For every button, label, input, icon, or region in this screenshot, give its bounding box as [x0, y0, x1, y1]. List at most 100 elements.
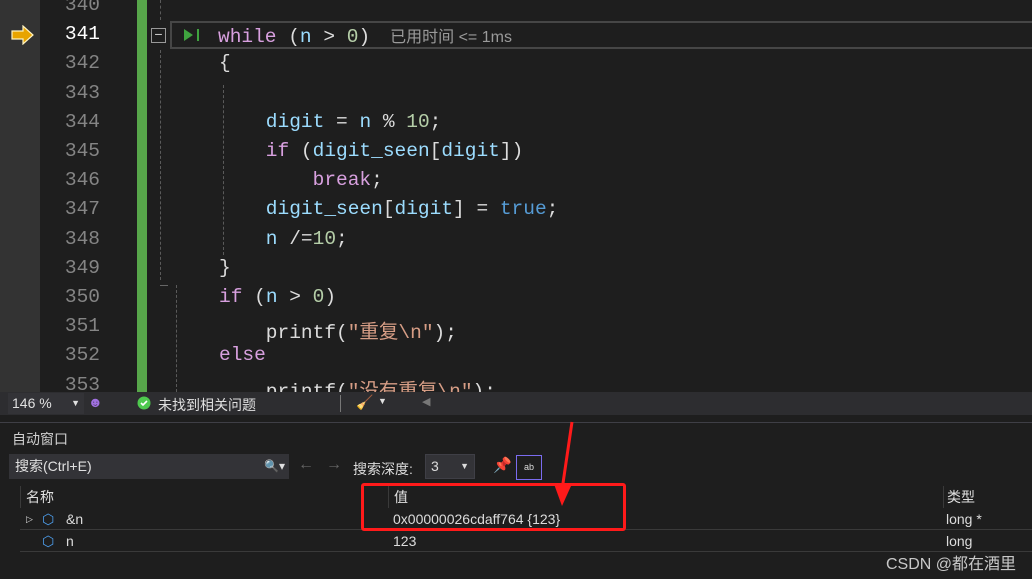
code-line[interactable]: while (n > 0) 已用时间 <= 1ms: [218, 23, 512, 48]
code-token: ;: [336, 227, 348, 250]
code-token: (: [276, 26, 300, 49]
issues-status[interactable]: 未找到相关问题: [158, 395, 256, 415]
column-header-type[interactable]: 类型: [943, 486, 1032, 508]
code-token: ): [358, 26, 371, 49]
code-token: ]): [499, 140, 524, 162]
pin-icon[interactable]: 📌: [493, 456, 512, 474]
code-token: );: [472, 380, 496, 392]
annotation-arrow: [554, 421, 574, 506]
perf-tip[interactable]: 已用时间 <= 1ms: [390, 29, 512, 46]
code-token: n: [219, 227, 278, 250]
code-token: printf: [219, 380, 337, 392]
code-token: %: [371, 110, 407, 133]
code-token: ): [324, 286, 337, 308]
code-token: (: [289, 140, 313, 162]
line-number: 348: [64, 227, 100, 250]
code-line[interactable]: if (digit_seen[digit]): [219, 140, 523, 162]
code-line[interactable]: }: [219, 257, 231, 279]
chevron-down-icon[interactable]: ▼: [378, 396, 387, 406]
code-editor[interactable]: − 340 341 while (n > 0) 已用时间 <= 1ms 342{343 3…: [0, 0, 1032, 392]
code-token: "重复\n": [347, 322, 434, 345]
forward-arrow-icon[interactable]: →: [326, 456, 342, 474]
panel-title: 自动窗口: [12, 431, 68, 447]
code-token: );: [433, 322, 457, 345]
code-token: 10: [406, 110, 430, 133]
code-token: true: [499, 198, 547, 221]
table-row[interactable]: ⬡ n 123 long: [20, 530, 1032, 552]
code-token: >: [277, 286, 313, 308]
back-arrow-icon[interactable]: ←: [298, 456, 314, 474]
code-line[interactable]: break;: [219, 169, 383, 191]
breakpoint-margin[interactable]: [0, 0, 40, 392]
code-token: (: [242, 286, 266, 308]
code-line[interactable]: digit_seen[digit] = true;: [219, 198, 559, 221]
watermark: CSDN @都在酒里: [885, 556, 1016, 573]
code-token: digit: [441, 140, 500, 162]
code-line[interactable]: else: [219, 344, 266, 366]
indent-guide: [176, 285, 177, 392]
search-depth-dropdown[interactable]: 3 ▼: [425, 454, 475, 479]
scroll-left-icon[interactable]: ◀: [422, 395, 430, 408]
line-number: 350: [64, 286, 100, 308]
line-number: 353: [64, 373, 100, 392]
code-token: 10: [312, 227, 337, 250]
code-line[interactable]: printf("重复\n");: [219, 315, 457, 344]
code-cleanup-icon[interactable]: 🧹: [356, 394, 373, 411]
code-token: n: [359, 110, 372, 133]
copilot-icon[interactable]: ☻: [88, 394, 103, 410]
code-line[interactable]: printf("没有重复\n");: [219, 374, 496, 392]
collapse-toggle-icon[interactable]: −: [151, 27, 166, 43]
divider: [340, 395, 341, 412]
code-token: [: [382, 198, 395, 221]
line-number: 347: [64, 198, 100, 221]
code-token: ;: [429, 110, 442, 133]
indent-guide: [160, 0, 161, 20]
line-number: 342: [64, 52, 100, 75]
fold-end-marker: [160, 285, 168, 286]
code-token: /=: [277, 227, 313, 250]
line-number: 346: [64, 169, 100, 192]
annotation-highlight-box: [361, 483, 626, 531]
check-circle-icon: [137, 396, 151, 410]
code-line[interactable]: n /=10;: [219, 228, 348, 250]
code-token: "没有重复\n": [347, 380, 473, 392]
column-header-name[interactable]: 名称: [20, 486, 360, 508]
code-line[interactable]: if (n > 0): [219, 286, 336, 308]
code-token: =: [324, 110, 360, 133]
code-token: ;: [371, 169, 383, 192]
code-token: else: [219, 344, 266, 367]
run-to-cursor-icon[interactable]: [183, 28, 203, 42]
indent-guide: [160, 50, 161, 280]
code-token: break: [219, 169, 372, 192]
search-icon[interactable]: 🔍▾: [264, 454, 285, 479]
code-token: digit: [394, 198, 454, 221]
variable-icon: ⬡: [42, 511, 55, 527]
code-token: digit: [219, 110, 325, 133]
code-line[interactable]: {: [219, 52, 231, 74]
code-token: n: [299, 26, 312, 49]
variable-icon: ⬡: [42, 533, 55, 549]
depth-label: 搜索深度:: [353, 461, 413, 477]
line-number: 340: [64, 0, 100, 16]
zoom-dropdown[interactable]: 146 % ▼: [8, 393, 84, 414]
code-token: digit_seen: [219, 198, 383, 221]
code-token: }: [219, 256, 231, 279]
line-number: 345: [64, 140, 100, 162]
code-line[interactable]: digit = n % 10;: [219, 110, 442, 133]
line-number: 352: [64, 344, 100, 367]
code-token: 0: [312, 286, 325, 308]
hex-display-toggle-icon[interactable]: ab: [516, 455, 542, 480]
code-token: while: [218, 26, 277, 49]
line-number: 341: [64, 23, 100, 46]
current-statement-arrow-icon: [11, 25, 34, 45]
code-token: printf: [219, 322, 337, 345]
code-token: {: [219, 52, 231, 75]
line-number: 344: [64, 110, 100, 133]
line-number: 351: [64, 315, 100, 338]
line-number: 343: [64, 81, 100, 104]
expand-icon[interactable]: ▷: [26, 508, 33, 530]
chevron-down-icon: ▼: [460, 461, 469, 471]
search-input[interactable]: 搜索(Ctrl+E) 🔍▾: [9, 454, 289, 479]
code-token: digit_seen: [312, 140, 430, 162]
code-token: (: [336, 380, 348, 392]
